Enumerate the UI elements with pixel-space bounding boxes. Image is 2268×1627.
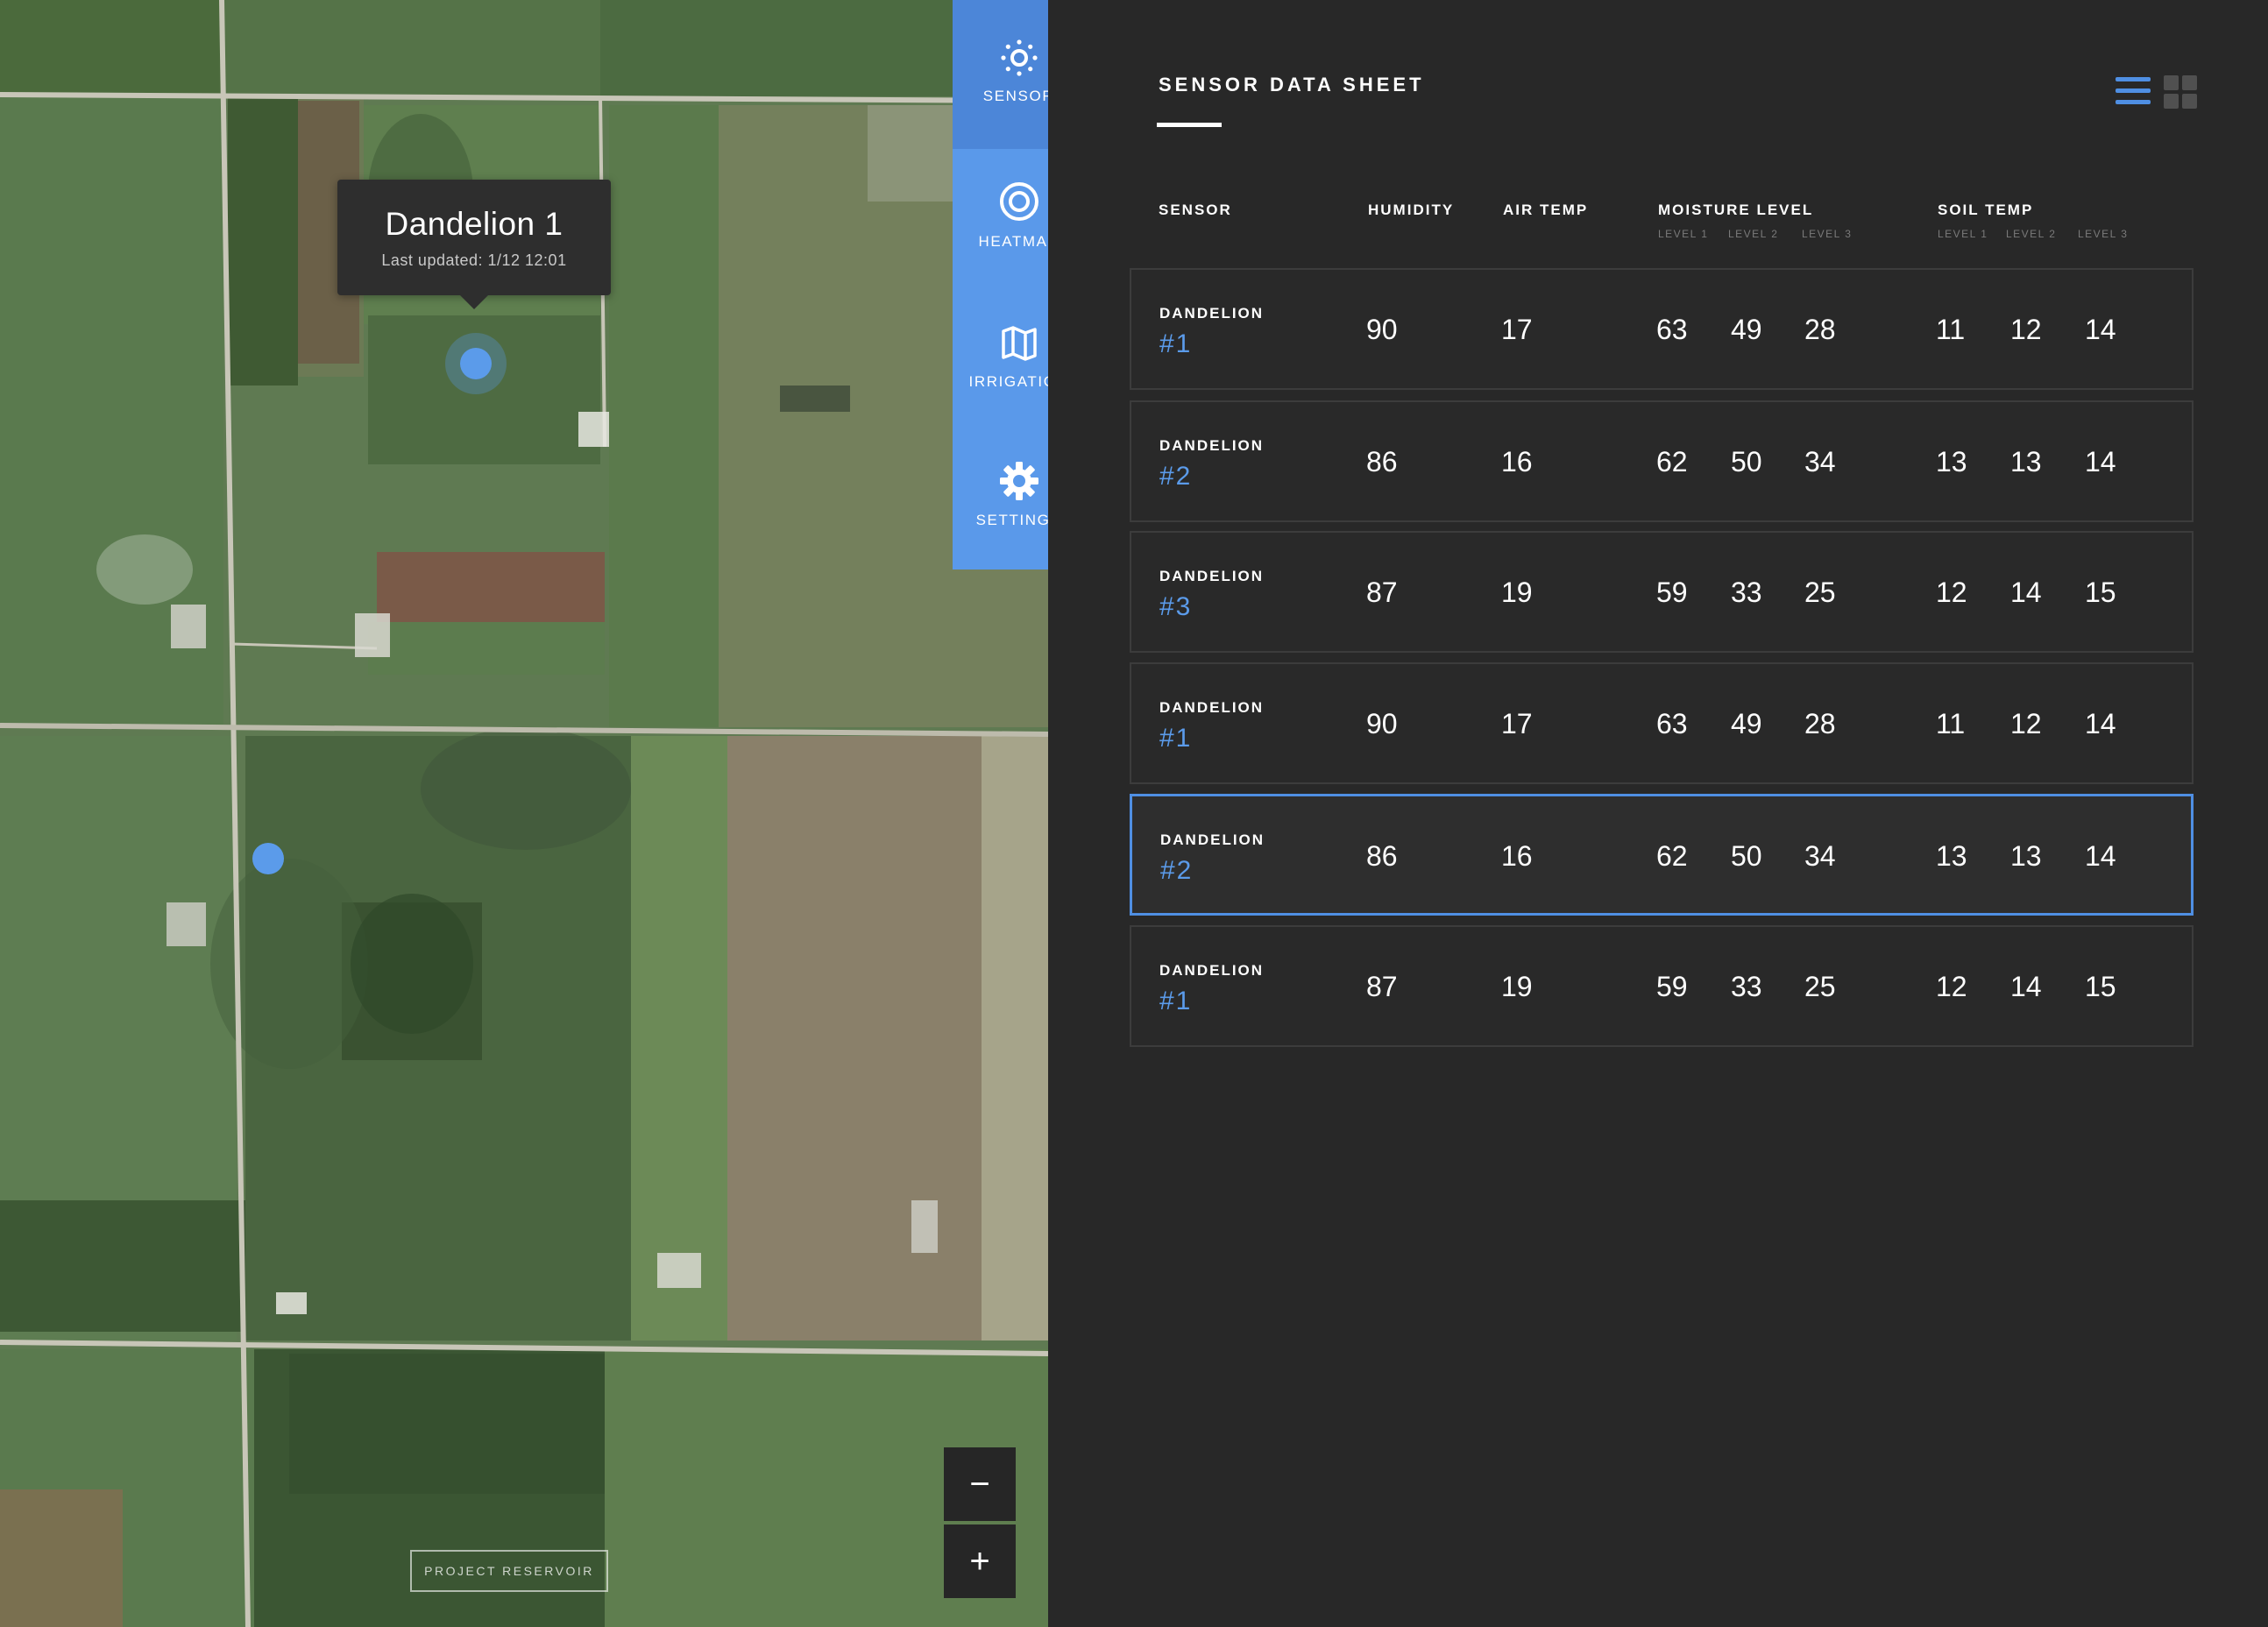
moisture-level-2-value: 49	[1731, 708, 1762, 739]
sensor-name: DANDELION	[1159, 437, 1265, 454]
soil-level-1-value: 11	[1936, 314, 1966, 345]
soil-sublevel-1: LEVEL 1	[1938, 228, 1988, 240]
map-icon	[1001, 326, 1037, 361]
soil-level-3-value: 14	[2085, 446, 2116, 477]
moisture-level-1-value: 59	[1656, 971, 1688, 1002]
soil-sublevel-3: LEVEL 3	[2078, 228, 2129, 240]
soil-level-3-value: 14	[2085, 840, 2116, 872]
humidity-value: 87	[1366, 577, 1398, 608]
air-temp-value: 17	[1501, 314, 1533, 345]
table-row[interactable]: DANDELION #3 87 19 59 33 25 12 14 15	[1130, 531, 2194, 653]
table-row[interactable]: DANDELION #1 87 19 59 33 25 12 14 15	[1130, 925, 2194, 1047]
sensor-number: #1	[1159, 329, 1193, 358]
zoom-control: − +	[944, 1447, 1016, 1598]
sensor-name: DANDELION	[1160, 831, 1265, 848]
moisture-sublevel-1: LEVEL 1	[1658, 228, 1709, 240]
project-reservoir-button[interactable]: PROJECT RESERVOIR	[410, 1550, 608, 1592]
sensor-number: #3	[1159, 592, 1193, 621]
air-temp-value: 19	[1501, 971, 1533, 1002]
humidity-value: 87	[1366, 971, 1398, 1002]
sensor-name: DANDELION	[1159, 699, 1265, 716]
satellite-map[interactable]: Dandelion 1 Last updated: 1/12 12:01 PRO…	[0, 0, 1048, 1627]
zoom-out-button[interactable]: −	[944, 1447, 1016, 1521]
moisture-level-1-value: 59	[1656, 577, 1688, 608]
soil-level-3-value: 15	[2085, 577, 2116, 608]
sensor-name: DANDELION	[1159, 568, 1265, 584]
moisture-level-2-value: 49	[1731, 314, 1762, 345]
sensor-marker[interactable]	[252, 843, 284, 874]
moisture-level-2-value: 50	[1731, 840, 1762, 872]
table-row[interactable]: DANDELION #2 86 16 62 50 34 13 13 14	[1130, 400, 2194, 522]
moisture-level-2-value: 33	[1731, 971, 1762, 1002]
soil-level-1-value: 13	[1936, 840, 1967, 872]
moisture-sublevel-2: LEVEL 2	[1728, 228, 1779, 240]
sensor-marker-active[interactable]	[445, 333, 507, 394]
zoom-in-button[interactable]: +	[944, 1524, 1016, 1598]
popup-last-updated: Last updated: 1/12 12:01	[381, 251, 567, 269]
sensor-number: #1	[1159, 724, 1193, 753]
soil-level-3-value: 14	[2085, 314, 2116, 345]
nav-label-sensor: SENSOR	[982, 88, 1055, 104]
sensor-number: #1	[1159, 987, 1193, 1015]
nav-label-heatmap: HEATMAP	[978, 233, 1060, 250]
humidity-value: 90	[1366, 314, 1398, 345]
column-header-air-temp: AIR TEMP	[1503, 202, 1589, 218]
humidity-value: 86	[1366, 840, 1398, 872]
title-underline	[1157, 123, 1222, 127]
moisture-level-3-value: 25	[1804, 971, 1836, 1002]
soil-level-3-value: 14	[2085, 708, 2116, 739]
air-temp-value: 16	[1501, 446, 1533, 477]
sensor-number: #2	[1159, 462, 1193, 491]
soil-level-2-value: 12	[2010, 708, 2042, 739]
column-header-moisture-level: MOISTURE LEVEL	[1658, 202, 1814, 218]
moisture-level-3-value: 34	[1804, 446, 1836, 477]
soil-level-1-value: 12	[1936, 971, 1967, 1002]
grid-view-icon[interactable]	[2164, 75, 2197, 109]
air-temp-value: 16	[1501, 840, 1533, 872]
soil-level-2-value: 14	[2010, 577, 2042, 608]
page-title: SENSOR DATA SHEET	[1159, 74, 1425, 95]
soil-level-3-value: 15	[2085, 971, 2116, 1002]
column-header-humidity: HUMIDITY	[1368, 202, 1455, 218]
soil-level-1-value: 12	[1936, 577, 1967, 608]
soil-level-2-value: 12	[2010, 314, 2042, 345]
moisture-level-3-value: 34	[1804, 840, 1836, 872]
column-header-sensor: SENSOR	[1159, 202, 1232, 218]
moisture-level-2-value: 33	[1731, 577, 1762, 608]
column-header-soil-temp: SOIL TEMP	[1938, 202, 2034, 218]
gear-icon	[999, 462, 1038, 500]
soil-level-2-value: 14	[2010, 971, 2042, 1002]
table-row[interactable]: DANDELION #1 90 17 63 49 28 11 12 14	[1130, 268, 2194, 390]
sensor-number: #2	[1160, 856, 1194, 885]
humidity-value: 86	[1366, 446, 1398, 477]
moisture-level-1-value: 62	[1656, 446, 1688, 477]
sensor-marker-dot	[460, 348, 492, 379]
soil-sublevel-2: LEVEL 2	[2006, 228, 2057, 240]
target-icon	[999, 182, 1038, 221]
sensor-name: DANDELION	[1159, 305, 1265, 322]
soil-level-1-value: 11	[1936, 708, 1966, 739]
moisture-sublevel-3: LEVEL 3	[1802, 228, 1853, 240]
moisture-level-3-value: 28	[1804, 314, 1836, 345]
table-row-selected[interactable]: DANDELION #2 86 16 62 50 34 13 13 14	[1130, 794, 2194, 916]
sensor-name: DANDELION	[1159, 962, 1265, 979]
sensor-data-sheet: SENSOR DATA SHEET SENSOR HUMIDITY AIR TE…	[1048, 0, 2268, 1627]
table-row[interactable]: DANDELION #1 90 17 63 49 28 11 12 14	[1130, 662, 2194, 784]
soil-level-1-value: 13	[1936, 446, 1967, 477]
list-view-icon[interactable]	[2116, 77, 2151, 109]
moisture-level-1-value: 62	[1656, 840, 1688, 872]
moisture-level-1-value: 63	[1656, 314, 1688, 345]
moisture-level-3-value: 25	[1804, 577, 1836, 608]
moisture-level-2-value: 50	[1731, 446, 1762, 477]
sensor-popup: Dandelion 1 Last updated: 1/12 12:01	[337, 180, 611, 309]
moisture-level-3-value: 28	[1804, 708, 1836, 739]
air-temp-value: 19	[1501, 577, 1533, 608]
sun-icon	[1000, 39, 1038, 76]
air-temp-value: 17	[1501, 708, 1533, 739]
moisture-level-1-value: 63	[1656, 708, 1688, 739]
humidity-value: 90	[1366, 708, 1398, 739]
popup-title: Dandelion 1	[385, 206, 563, 242]
soil-level-2-value: 13	[2010, 840, 2042, 872]
soil-level-2-value: 13	[2010, 446, 2042, 477]
